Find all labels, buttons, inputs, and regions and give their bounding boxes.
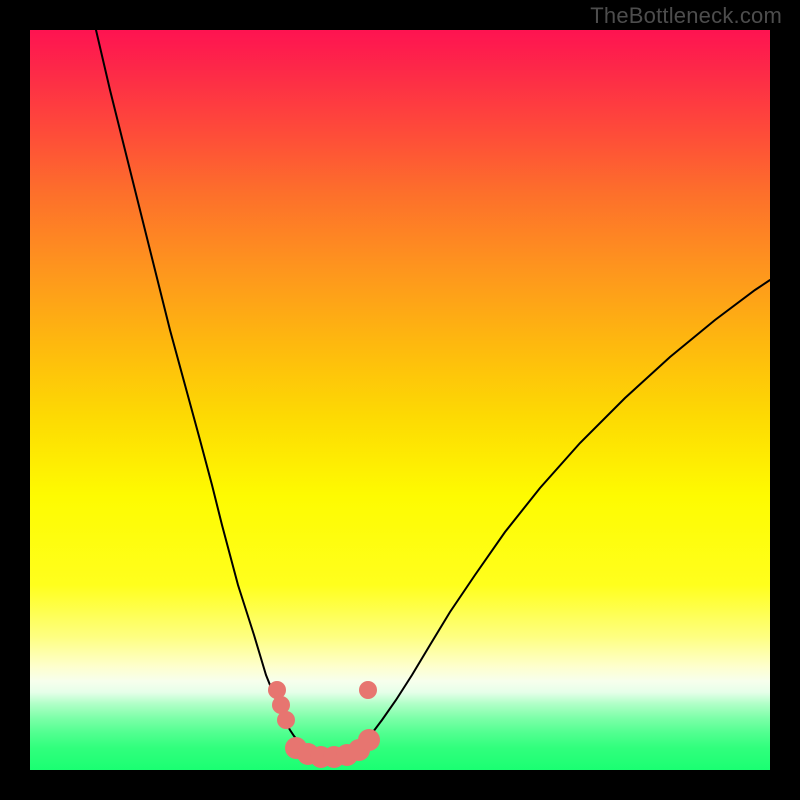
series-right_curve — [360, 280, 770, 748]
plot-area — [30, 30, 770, 770]
series-left_curve — [96, 30, 302, 745]
attribution-text: TheBottleneck.com — [590, 3, 782, 29]
curve-lines — [96, 30, 770, 755]
chart-frame: TheBottleneck.com — [0, 0, 800, 800]
valley-marker-9 — [358, 729, 380, 751]
valley-marker-10 — [359, 681, 377, 699]
valley-markers — [268, 681, 380, 768]
chart-svg — [30, 30, 770, 770]
valley-marker-2 — [277, 711, 295, 729]
